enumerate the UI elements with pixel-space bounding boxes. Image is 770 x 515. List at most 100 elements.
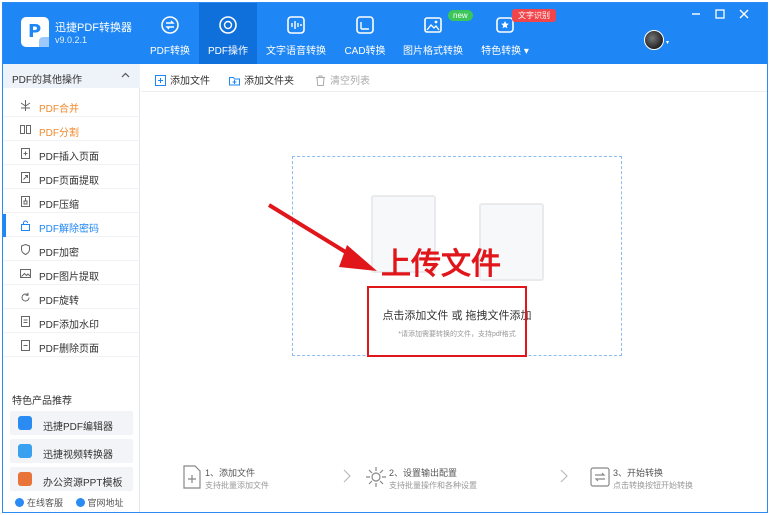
sidebar-item-pdf-encrypt[interactable]: PDF加密 — [3, 238, 140, 261]
sidebar-item-label: PDF图片提取 — [39, 272, 99, 283]
sidebar-item-pdf-watermark[interactable]: PDF添加水印 — [3, 310, 140, 333]
step-subtitle: 支持批量操作和各种设置 — [389, 481, 477, 490]
delete-page-icon — [21, 340, 30, 351]
ppt-template-icon — [18, 472, 32, 486]
sidebar-item-pdf-remove-password[interactable]: PDF解除密码 — [3, 214, 140, 237]
featured-title: 特色产品推荐 — [12, 396, 72, 407]
avatar[interactable] — [644, 30, 664, 50]
tab-cad-convert[interactable]: CAD转换 — [337, 3, 393, 64]
add-file-label: 添加文件 — [170, 76, 210, 87]
convert-start-icon — [590, 467, 610, 487]
image-icon — [424, 17, 442, 33]
maximize-icon — [715, 9, 725, 19]
service-icon — [15, 498, 24, 507]
featured-label: 迅捷PDF编辑器 — [43, 422, 113, 433]
annotation-highlight-box — [367, 286, 527, 357]
cad-icon — [356, 16, 374, 34]
chevron-up-icon — [121, 72, 130, 78]
unlock-icon — [21, 220, 30, 231]
annotation-arrow-icon — [267, 203, 377, 271]
tab-label: PDF操作 — [208, 46, 248, 57]
sidebar-item-pdf-split[interactable]: PDF分割 — [3, 118, 140, 141]
add-file-button[interactable]: 添加文件 — [155, 72, 210, 87]
app-version: v9.0.2.1 — [55, 35, 88, 45]
sidebar-item-label: PDF页面提取 — [39, 176, 99, 187]
step-title: 3、开始转换 — [613, 468, 664, 478]
app-logo: P — [21, 17, 49, 47]
voice-icon — [287, 16, 305, 34]
sidebar-item-label: PDF添加水印 — [39, 320, 99, 331]
merge-icon — [20, 100, 31, 111]
tab-label-text: 特色转换 — [481, 46, 522, 57]
featured-ppt-templates[interactable]: 办公资源PPT模板 — [10, 467, 133, 491]
sidebar-item-pdf-insert-page[interactable]: PDF插入页面 — [3, 142, 140, 165]
insert-page-icon — [21, 148, 30, 159]
app-name: 迅捷PDF转换器 — [55, 22, 132, 34]
featured-video-converter[interactable]: 迅捷视频转换器 — [10, 439, 133, 463]
website-icon — [75, 498, 85, 507]
sidebar-item-pdf-compress[interactable]: PDF压缩 — [3, 190, 140, 213]
rotate-icon — [21, 292, 30, 302]
convert-icon — [161, 16, 179, 34]
sidebar-header[interactable]: PDF的其他操作 — [3, 64, 140, 88]
featured-label: 迅捷视频转换器 — [43, 450, 113, 461]
tab-label: 特色转换 ▾ — [475, 42, 535, 57]
add-document-icon — [183, 465, 201, 489]
featured-label: 办公资源PPT模板 — [43, 478, 123, 489]
add-folder-icon — [229, 77, 240, 86]
avatar-dropdown-icon[interactable]: ▾ — [666, 39, 669, 46]
online-service-label: 在线客服 — [27, 498, 64, 508]
add-folder-button[interactable]: 添加文件夹 — [229, 72, 294, 87]
image-extract-icon — [20, 269, 31, 278]
step-title: 2、设置输出配置 — [389, 468, 458, 478]
app-window: P 迅捷PDF转换器 v9.0.2.1 PDF转换 PDF操作 文字语音转换 C… — [2, 2, 768, 513]
chevron-down-icon: ▾ — [523, 46, 529, 57]
pdf-operation-icon — [219, 16, 237, 34]
compress-icon — [21, 196, 30, 207]
online-service-link[interactable]: 在线客服 — [15, 496, 63, 509]
sidebar-item-pdf-image-extract[interactable]: PDF图片提取 — [3, 262, 140, 285]
split-icon — [20, 125, 31, 134]
sidebar-item-label: PDF删除页面 — [39, 344, 99, 355]
sidebar-item-label: PDF插入页面 — [39, 152, 99, 163]
tab-pdf-convert[interactable]: PDF转换 — [141, 3, 199, 64]
extract-page-icon — [21, 172, 30, 183]
sidebar-item-pdf-rotate[interactable]: PDF旋转 — [3, 286, 140, 309]
new-badge: new — [448, 10, 473, 21]
tab-label: CAD转换 — [344, 46, 386, 57]
website-link[interactable]: 官网地址 — [75, 496, 124, 509]
tab-pdf-operation[interactable]: PDF操作 — [199, 3, 257, 64]
sidebar: PDF的其他操作 PDF合并 PDF分割 PDF插入页面 PDF页面提取 PDF… — [3, 64, 140, 512]
trash-icon — [316, 75, 325, 86]
clear-list-button[interactable]: 清空列表 — [315, 72, 370, 87]
add-folder-label: 添加文件夹 — [244, 76, 294, 87]
close-icon — [739, 9, 749, 19]
step-title: 1、添加文件 — [205, 468, 256, 478]
gear-icon — [366, 467, 386, 487]
maximize-button[interactable] — [714, 8, 728, 20]
watermark-icon — [21, 316, 30, 327]
tab-label: 图片格式转换 — [403, 46, 463, 57]
pdf-editor-icon — [18, 416, 32, 430]
sidebar-item-label: PDF解除密码 — [39, 224, 99, 235]
step-subtitle: 支持批量添加文件 — [205, 481, 269, 490]
tab-text-voice[interactable]: 文字语音转换 — [265, 3, 327, 64]
tab-label: PDF转换 — [150, 46, 190, 57]
video-converter-icon — [18, 444, 32, 458]
sidebar-item-pdf-merge[interactable]: PDF合并 — [3, 94, 140, 117]
annotation-label: 上传文件 — [381, 247, 501, 282]
sidebar-item-pdf-page-extract[interactable]: PDF页面提取 — [3, 166, 140, 189]
chevron-right-icon — [560, 469, 568, 483]
minimize-button[interactable] — [690, 8, 704, 20]
chevron-right-icon — [343, 469, 351, 483]
sidebar-item-pdf-delete-page[interactable]: PDF删除页面 — [3, 334, 140, 357]
sidebar-item-label: PDF压缩 — [39, 200, 79, 211]
close-button[interactable] — [738, 8, 752, 20]
ocr-badge[interactable]: 文字识别 — [512, 9, 556, 22]
step-subtitle: 点击转换按钮开始转换 — [613, 481, 693, 490]
clear-list-label: 清空列表 — [330, 76, 370, 87]
top-bar: P 迅捷PDF转换器 v9.0.2.1 PDF转换 PDF操作 文字语音转换 C… — [3, 3, 767, 64]
featured-pdf-editor[interactable]: 迅捷PDF编辑器 — [10, 411, 133, 435]
website-label: 官网地址 — [87, 498, 124, 508]
sidebar-item-label: PDF合并 — [39, 104, 79, 115]
